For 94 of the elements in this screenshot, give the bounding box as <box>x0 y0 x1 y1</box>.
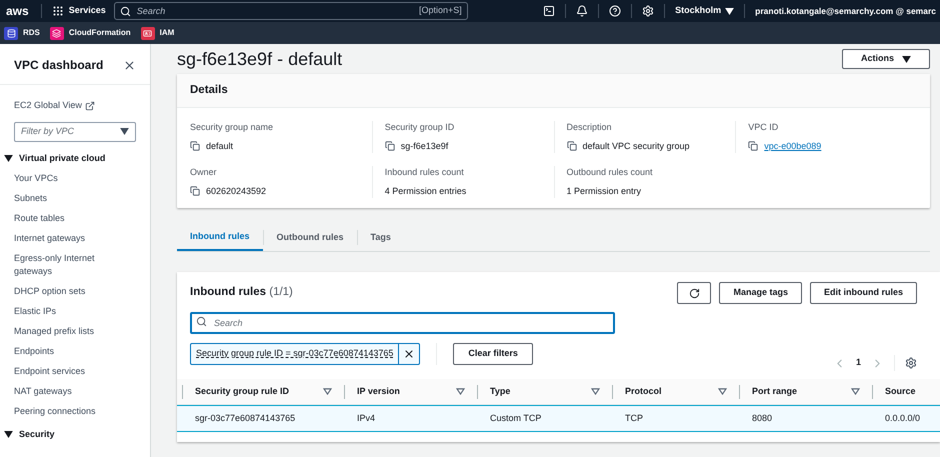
sort-icon[interactable] <box>591 388 600 395</box>
favorite-link[interactable]: CloudFormation <box>50 26 131 40</box>
favorite-link[interactable]: IAM <box>140 26 174 40</box>
sidebar-item[interactable]: Internet gateways <box>0 232 120 245</box>
action-button[interactable]: Edit inbound rules <box>810 282 917 304</box>
account-menu[interactable]: pranoti.kotangale@semarchy.com @ semarc <box>755 4 936 18</box>
table-cell: Custom TCP <box>490 412 542 423</box>
global-view-link[interactable]: EC2 Global View <box>0 99 150 112</box>
caret-icon <box>725 8 734 14</box>
field-value: default VPC security group <box>582 140 690 153</box>
sidebar-item[interactable]: Your VPCs <box>0 172 120 185</box>
caret-icon <box>120 128 129 135</box>
page-number[interactable]: 1 <box>856 356 861 370</box>
shortcut-hint: [Option+S] <box>418 6 462 15</box>
expand-icon <box>4 154 13 162</box>
filter-text: Security group rule ID = sgr-03c77e60874143765 <box>195 347 394 360</box>
sort-icon[interactable] <box>323 388 332 395</box>
refresh-button[interactable] <box>677 282 712 304</box>
column-header[interactable]: Type <box>490 384 510 398</box>
field-label: Security group ID <box>384 121 456 134</box>
refresh-icon <box>688 288 700 298</box>
sidebar-item[interactable]: Endpoints <box>0 345 120 358</box>
section-header[interactable]: Virtual private cloud <box>0 152 110 165</box>
logo[interactable]: aws <box>4 5 31 17</box>
sidebar-item[interactable]: Egress-only Internet gateways <box>0 252 120 278</box>
copy-icon[interactable] <box>748 141 758 152</box>
field-label: VPC ID <box>748 121 780 134</box>
help-icon[interactable] <box>609 5 622 17</box>
sort-icon[interactable] <box>718 388 727 395</box>
table-cell: IPv4 <box>357 412 376 423</box>
external-link-icon <box>84 100 95 111</box>
sort-icon[interactable] <box>456 388 465 395</box>
column-header[interactable]: Protocol <box>625 384 662 398</box>
sidebar-item[interactable]: Subnets <box>0 192 120 205</box>
action-button[interactable]: Manage tags <box>719 282 802 304</box>
field-value: sg-f6e13e9f <box>400 140 448 153</box>
field-label: Outbound rules count <box>566 166 654 179</box>
table-row[interactable]: sgr-03c77e60874143765 IPv4 Custom TCP TCP 8080 0.0.0.0/0 <box>177 405 940 432</box>
sidebar-item[interactable]: DHCP option sets <box>0 285 120 298</box>
card-title: Details <box>190 82 228 98</box>
filter-placeholder: Filter by VPC <box>21 124 74 138</box>
field-label: Description <box>566 121 613 134</box>
table-cell: 0.0.0.0/0 <box>885 412 920 423</box>
field-value: 602620243592 <box>206 184 266 198</box>
column-header[interactable]: Security group rule ID <box>195 384 290 398</box>
sidebar-title: VPC dashboard <box>14 57 104 74</box>
search-icon <box>196 316 207 326</box>
copy-icon[interactable] <box>190 141 200 152</box>
column-header[interactable]: Source <box>885 384 916 398</box>
sort-icon[interactable] <box>851 388 860 395</box>
actions-button[interactable]: Actions <box>842 49 930 69</box>
sidebar-item[interactable]: NAT gateways <box>0 385 120 398</box>
caret-icon <box>902 56 911 62</box>
field-value: default <box>206 140 234 152</box>
expand-icon <box>4 431 13 438</box>
copy-icon[interactable] <box>384 141 395 152</box>
section-header[interactable]: Security <box>0 428 59 442</box>
vpc-filter-dropdown[interactable]: Filter by VPC <box>14 122 136 142</box>
close-icon[interactable] <box>123 58 136 72</box>
table-cell: sgr-03c77e60874143765 <box>195 412 296 423</box>
sidebar-item[interactable]: Endpoint services <box>0 365 120 378</box>
column-header[interactable]: IP version <box>357 384 400 398</box>
page-title: sg-f6e13e9f - default <box>177 48 342 70</box>
notifications-icon[interactable] <box>576 5 588 17</box>
field-label: Inbound rules count <box>384 166 465 179</box>
preferences-icon[interactable] <box>905 357 917 369</box>
tab[interactable]: Outbound rules <box>264 224 356 251</box>
region-selector[interactable]: Stockholm <box>675 4 734 18</box>
settings-icon[interactable] <box>642 5 654 17</box>
search-icon <box>120 6 131 16</box>
table-cell: 8080 <box>752 412 772 423</box>
tab[interactable]: Inbound rules <box>177 224 262 251</box>
field-value: 4 Permission entries <box>384 184 466 198</box>
copy-icon[interactable] <box>190 186 200 196</box>
tab[interactable]: Tags <box>358 224 404 251</box>
grid-icon <box>52 5 64 17</box>
field-label: Security group name <box>190 121 274 134</box>
sidebar-item[interactable]: Peering connections <box>0 405 120 418</box>
table-cell: TCP <box>625 412 643 423</box>
column-header[interactable]: Port range <box>752 384 798 398</box>
field-value: 1 Permission entry <box>566 184 642 198</box>
close-icon <box>403 348 416 360</box>
sidebar-item[interactable]: Managed prefix lists <box>0 325 120 338</box>
favorite-link[interactable]: RDS <box>4 26 40 40</box>
sidebar-item[interactable]: Elastic IPs <box>0 305 120 318</box>
sidebar-item[interactable]: Route tables <box>0 212 120 225</box>
copy-icon[interactable] <box>566 141 576 152</box>
clear-filters-button[interactable]: Clear filters <box>453 343 533 365</box>
vpc-link[interactable]: vpc-e00be089 <box>764 140 822 153</box>
terminal-icon[interactable] <box>543 5 556 17</box>
field-label: Owner <box>190 166 218 179</box>
services-button[interactable]: Services <box>52 4 106 18</box>
search-field[interactable]: Search <box>190 312 615 334</box>
card-title: Inbound rules (1/1) <box>190 285 293 300</box>
